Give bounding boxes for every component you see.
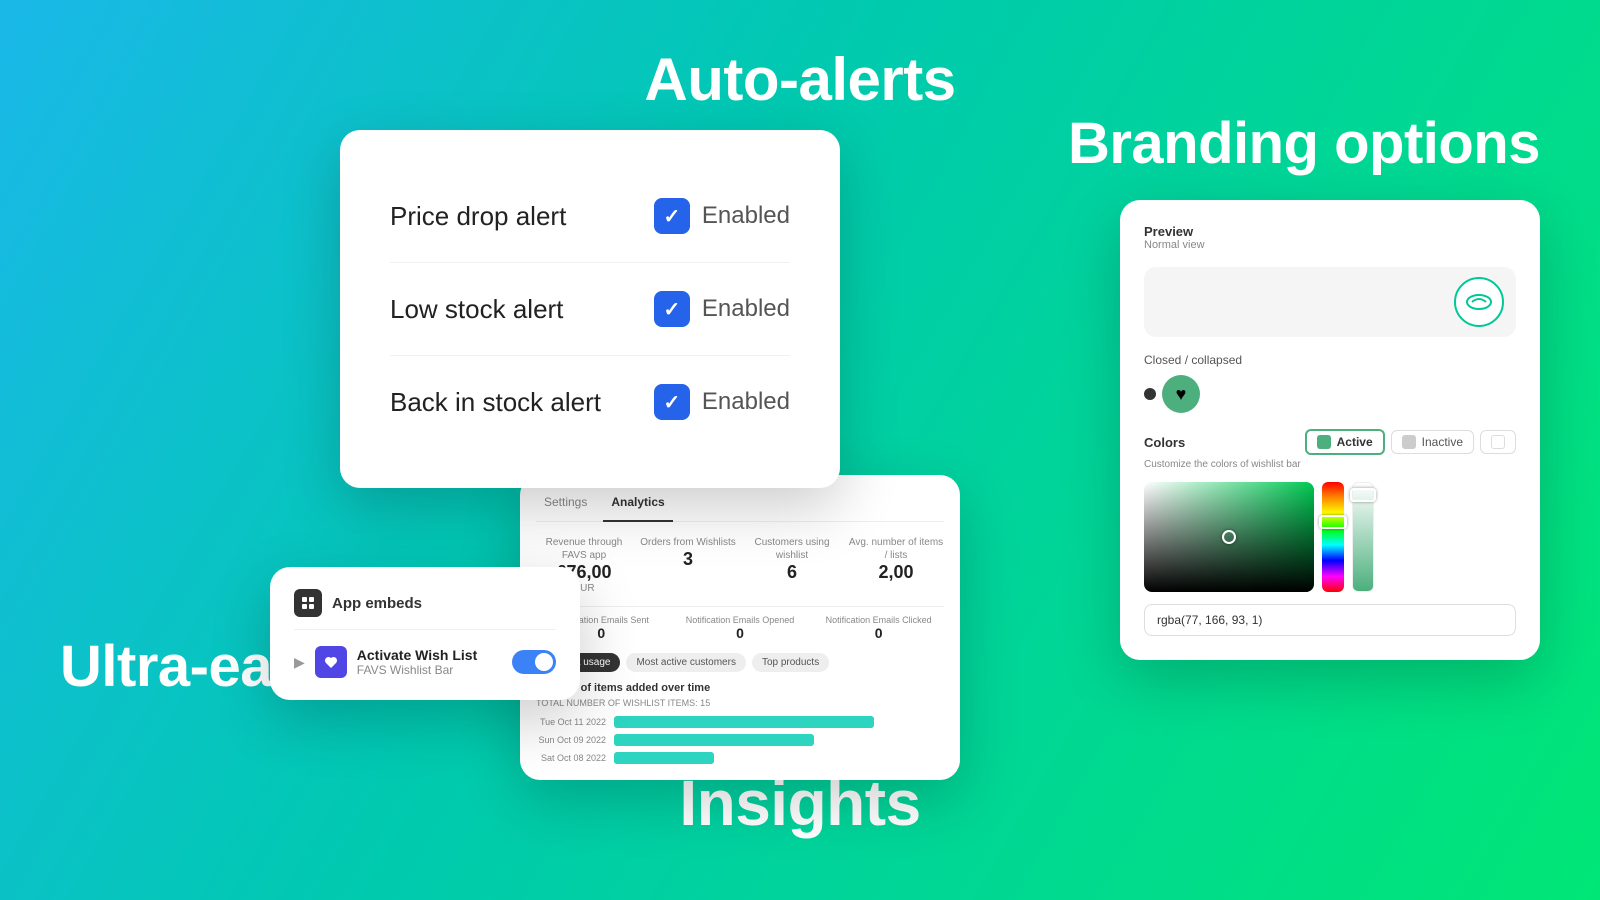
checkbox-back-in-stock[interactable]: [654, 384, 690, 420]
stat-customers-label: Customers using wishlist: [744, 536, 840, 562]
chart-bars: Tue Oct 11 2022 Sun Oct 09 2022 Sat Oct …: [536, 716, 944, 764]
alert-row-low-stock: Low stock alert Enabled: [390, 263, 790, 356]
stat-avg-items-value: 2,00: [848, 562, 944, 583]
inactive-color-dot: [1402, 435, 1416, 449]
checkbox-price-drop[interactable]: [654, 198, 690, 234]
preview-logo: [1454, 277, 1504, 327]
alert-status-price-drop: Enabled: [654, 198, 790, 234]
stat-orders-value: 3: [640, 549, 736, 570]
alpha-slider[interactable]: [1352, 482, 1374, 592]
preview-normal-area: [1144, 267, 1516, 337]
hue-slider[interactable]: [1322, 482, 1344, 592]
alert-name-price-drop: Price drop alert: [390, 201, 566, 232]
rgba-input[interactable]: [1144, 604, 1516, 636]
stat-customers: Customers using wishlist 6: [744, 536, 840, 594]
chart-title: Number of items added over time: [536, 682, 944, 694]
embed-arrow-icon: ▶: [294, 654, 305, 671]
alert-name-low-stock: Low stock alert: [390, 294, 563, 325]
third-color-button[interactable]: [1480, 430, 1516, 454]
colors-title: Colors: [1144, 435, 1185, 450]
branding-options-label: Branding options: [1068, 110, 1540, 177]
notif-opened-label: Notification Emails Opened: [675, 615, 806, 625]
embed-item: ▶ Activate Wish List FAVS Wishlist Bar: [294, 646, 556, 678]
auto-alerts-label: Auto-alerts: [644, 45, 955, 114]
active-color-button[interactable]: Active: [1305, 429, 1385, 455]
chart-tab-products[interactable]: Top products: [752, 653, 829, 672]
chart-bar-2: [614, 734, 814, 746]
enabled-text-price-drop: Enabled: [702, 202, 790, 230]
collapse-dot: [1144, 388, 1156, 400]
collapsed-preview: ♥: [1144, 375, 1516, 413]
color-buttons: Active Inactive: [1305, 429, 1516, 455]
embed-sub: FAVS Wishlist Bar: [357, 663, 502, 677]
third-color-dot: [1491, 435, 1505, 449]
notif-opened-value: 0: [675, 625, 806, 641]
notif-opened: Notification Emails Opened 0: [675, 615, 806, 641]
stat-customers-value: 6: [744, 562, 840, 583]
active-color-dot: [1317, 435, 1331, 449]
chart-tab-customers[interactable]: Most active customers: [626, 653, 745, 672]
chart-row-1: Tue Oct 11 2022: [536, 716, 944, 728]
colors-header: Colors Active Inactive: [1144, 429, 1516, 455]
chart-date-3: Sat Oct 08 2022: [536, 753, 606, 763]
closed-label: Closed / collapsed: [1144, 353, 1516, 367]
alert-row-back-in-stock: Back in stock alert Enabled: [390, 356, 790, 448]
analytics-card: Settings Analytics Revenue through FAVS …: [520, 475, 960, 780]
alert-status-back-in-stock: Enabled: [654, 384, 790, 420]
notification-stats: Notification Emails Sent 0 Notification …: [536, 606, 944, 641]
notif-clicked-value: 0: [813, 625, 944, 641]
checkbox-low-stock[interactable]: [654, 291, 690, 327]
chart-date-2: Sun Oct 09 2022: [536, 735, 606, 745]
analytics-stats: Revenue through FAVS app £76,00 EUR Orde…: [536, 536, 944, 594]
colors-section: Colors Active Inactive Customize the col…: [1144, 429, 1516, 470]
enabled-text-back-in-stock: Enabled: [702, 388, 790, 416]
stat-avg-items: Avg. number of items / lists 2,00: [848, 536, 944, 594]
notif-clicked-label: Notification Emails Clicked: [813, 615, 944, 625]
analytics-tabs: Settings Analytics: [536, 491, 944, 522]
wishlist-toggle[interactable]: [512, 650, 556, 674]
alpha-cursor[interactable]: [1350, 488, 1376, 502]
stat-orders: Orders from Wishlists 3: [640, 536, 736, 594]
alert-status-low-stock: Enabled: [654, 291, 790, 327]
stat-orders-label: Orders from Wishlists: [640, 536, 736, 549]
tab-analytics[interactable]: Analytics: [603, 491, 672, 522]
alert-name-back-in-stock: Back in stock alert: [390, 387, 601, 418]
embed-app-icon: [315, 646, 347, 678]
hue-cursor[interactable]: [1319, 515, 1347, 529]
notif-clicked: Notification Emails Clicked 0: [813, 615, 944, 641]
branding-card: Preview Normal view Closed / collapsed ♥…: [1120, 200, 1540, 660]
chart-tabs: Wishlist usage Most active customers Top…: [536, 653, 944, 672]
preview-subtitle: Normal view: [1144, 239, 1205, 251]
branding-header: Preview Normal view: [1144, 224, 1516, 263]
chart-row-3: Sat Oct 08 2022: [536, 752, 944, 764]
preview-title: Preview: [1144, 224, 1205, 239]
tab-settings[interactable]: Settings: [536, 491, 595, 513]
enabled-text-low-stock: Enabled: [702, 295, 790, 323]
color-picker[interactable]: [1144, 482, 1516, 592]
stat-revenue-label: Revenue through FAVS app: [536, 536, 632, 562]
alerts-card: Price drop alert Enabled Low stock alert…: [340, 130, 840, 488]
embeds-icon: [294, 589, 322, 617]
chart-row-2: Sun Oct 09 2022: [536, 734, 944, 746]
colors-desc: Customize the colors of wishlist bar: [1144, 459, 1516, 470]
embed-name: Activate Wish List: [357, 647, 502, 663]
alert-row-price-drop: Price drop alert Enabled: [390, 170, 790, 263]
chart-date-1: Tue Oct 11 2022: [536, 717, 606, 727]
embeds-title: App embeds: [332, 595, 422, 612]
embed-info: Activate Wish List FAVS Wishlist Bar: [357, 647, 502, 677]
stat-avg-items-label: Avg. number of items / lists: [848, 536, 944, 562]
chart-bar-1: [614, 716, 874, 728]
color-gradient[interactable]: [1144, 482, 1314, 592]
chart-subtitle: TOTAL NUMBER OF WISHLIST ITEMS: 15: [536, 698, 944, 708]
active-button-label: Active: [1337, 435, 1373, 449]
app-embeds-card: App embeds ▶ Activate Wish List FAVS Wis…: [270, 567, 580, 700]
inactive-color-button[interactable]: Inactive: [1391, 430, 1474, 454]
chart-bar-3: [614, 752, 714, 764]
embeds-header: App embeds: [294, 589, 556, 630]
gradient-cursor[interactable]: [1222, 530, 1236, 544]
inactive-button-label: Inactive: [1422, 435, 1463, 449]
heart-icon: ♥: [1162, 375, 1200, 413]
